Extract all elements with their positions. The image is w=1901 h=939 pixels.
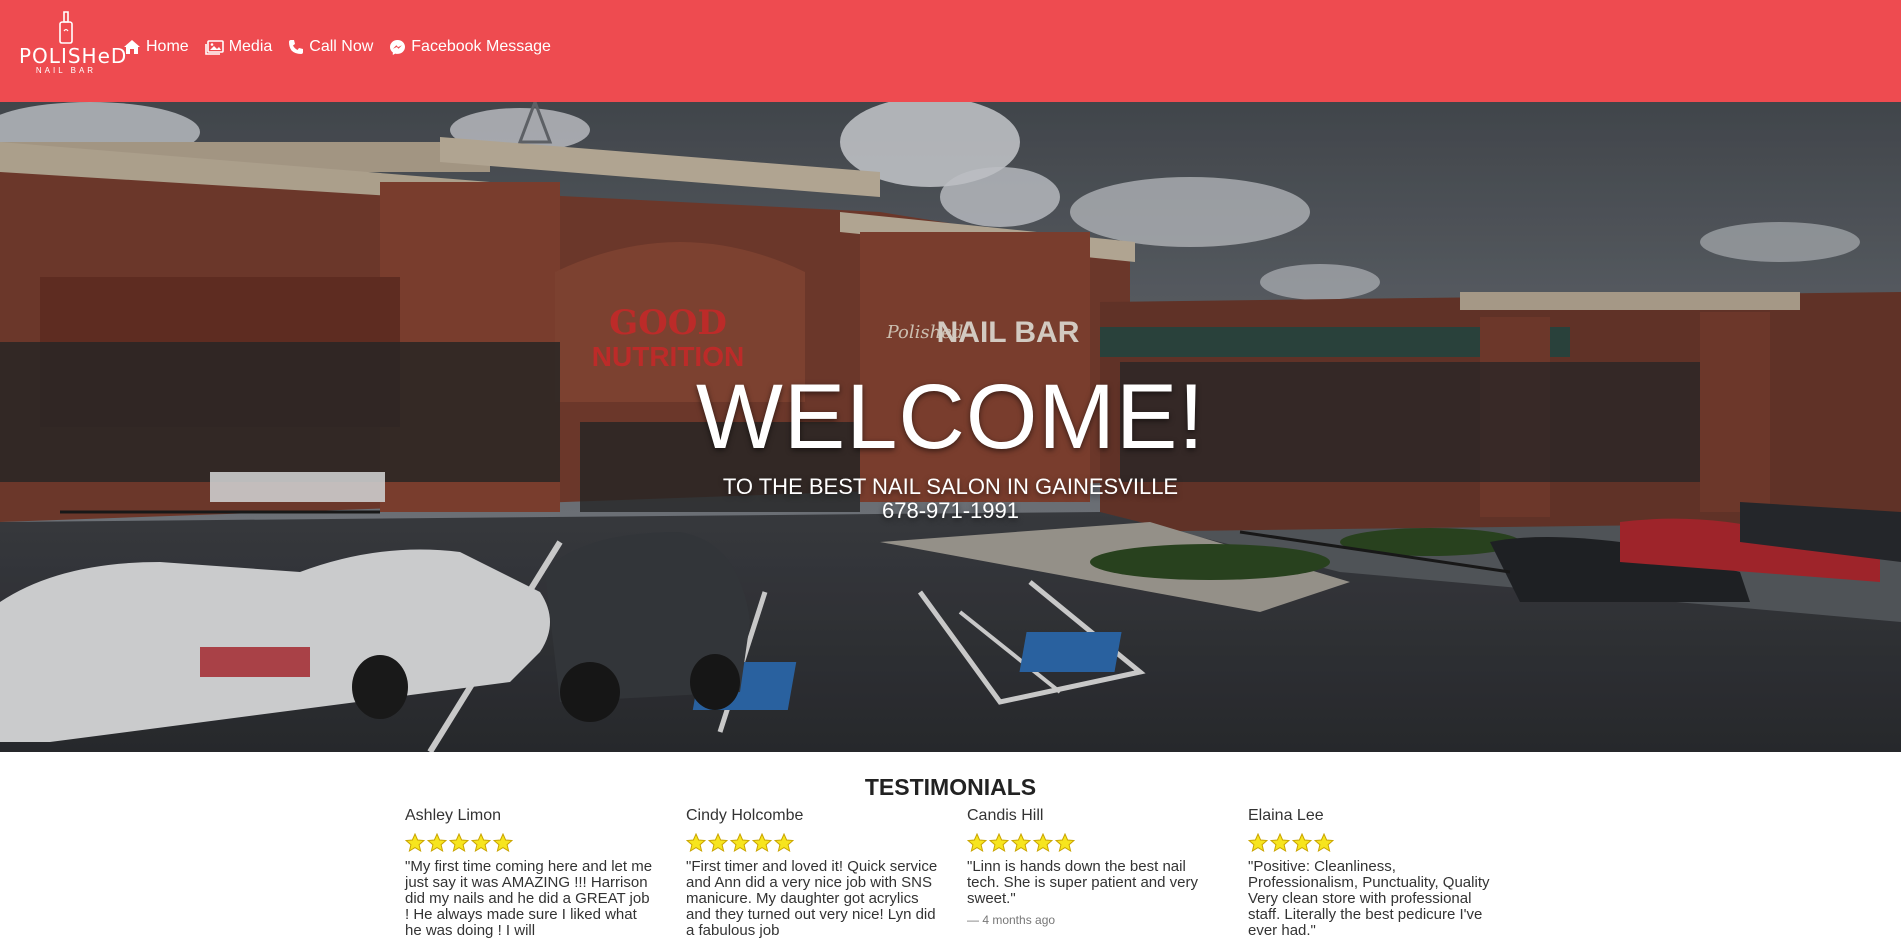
images-icon [204,39,224,55]
nav-media-link[interactable]: Media [204,38,273,56]
top-navbar: POLISHeD NAIL BAR Home Media Call Now Fa… [0,0,1901,102]
reviewer-name: Elaina Lee [1248,807,1324,824]
star-rating [1248,833,1500,853]
review-text: "My first time coming here and let me ju… [405,858,653,939]
reviewer-name: Cindy Holcombe [686,807,804,824]
star-icon [405,833,425,853]
review-text: "Positive: Cleanliness, Professionalism,… [1248,858,1490,939]
hero-title: WELCOME! [696,366,1205,468]
hero-phone[interactable]: 678-971-1991 [0,499,1901,523]
hero-text-block: WELCOME! TO THE BEST NAIL SALON IN GAINE… [0,367,1901,523]
review-card: Elaina Lee "Positive: Cleanliness, Profe… [1248,806,1500,939]
phone-icon [289,40,304,54]
review-time: — 4 months ago [967,913,1056,927]
hero-subtitle: TO THE BEST NAIL SALON IN GAINESVILLE [722,474,1179,499]
star-icon [471,833,491,853]
nav-call-label: Call Now [309,38,374,55]
star-icon [1248,833,1268,853]
star-rating [686,833,938,853]
nav-facebook-link[interactable]: Facebook Message [389,38,551,56]
review-card: Cindy Holcombe "First timer and loved it… [686,806,938,939]
star-icon [1314,833,1334,853]
star-icon [752,833,772,853]
nav-media-label: Media [228,38,273,55]
nav-facebook-label: Facebook Message [411,38,551,55]
reviewer-name: Ashley Limon [405,807,502,824]
review-text: "Linn is hands down the best nail tech. … [967,858,1198,907]
star-icon [1033,833,1053,853]
nail-polish-icon [59,11,73,44]
star-icon [493,833,513,853]
logo-text: POLISHeD [19,44,128,68]
review-card: Candis Hill "Linn is hands down the best… [967,806,1219,939]
star-icon [989,833,1009,853]
star-rating [405,833,657,853]
review-text: "First timer and loved it! Quick service… [686,858,938,939]
star-icon [730,833,750,853]
nav-call-link[interactable]: Call Now [288,38,373,56]
reviewer-name: Candis Hill [967,807,1044,824]
testimonials-title: TESTIMONIALS [864,774,1037,800]
star-icon [774,833,794,853]
star-rating [967,833,1219,853]
star-icon [1011,833,1031,853]
reviews-list: Ashley Limon "My first time coming here … [405,806,1500,939]
star-icon [686,833,706,853]
star-icon [1270,833,1290,853]
star-icon [1292,833,1312,853]
home-icon [124,40,140,54]
nav-home-label: Home [146,38,189,55]
star-icon [427,833,447,853]
star-icon [967,833,987,853]
hero-banner: GOOD NUTRITION Polished NAIL BAR WELCOME… [0,102,1901,752]
logo[interactable]: POLISHeD NAIL BAR [19,10,128,90]
star-icon [1055,833,1075,853]
star-icon [708,833,728,853]
testimonials-section: TESTIMONIALS Ashley Limon "My first time… [0,752,1901,939]
nav-menu: Home Media Call Now Facebook Message [123,38,551,56]
review-card: Ashley Limon "My first time coming here … [405,806,657,939]
star-icon [449,833,469,853]
messenger-icon [390,39,406,55]
nav-home-link[interactable]: Home [123,38,189,56]
